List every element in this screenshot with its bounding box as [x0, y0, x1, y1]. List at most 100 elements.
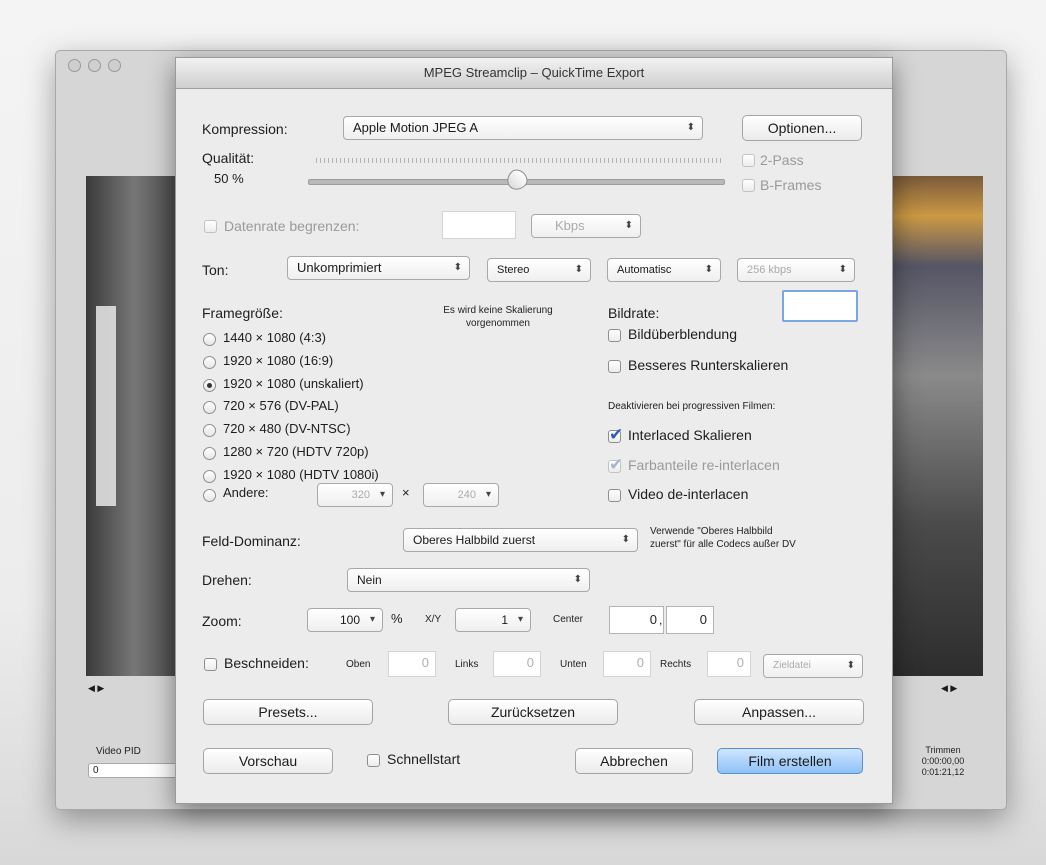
trim-start: 0:00:00,00	[921, 756, 965, 766]
center-y-input[interactable]: 0	[666, 606, 714, 634]
crop-checkbox[interactable]	[204, 658, 217, 671]
zoom-select[interactable]: 100 ▾	[307, 608, 383, 632]
deinterlace-checkbox[interactable]	[608, 489, 621, 502]
sound-bitrate-select[interactable]: 256 kbps ⬍	[737, 258, 855, 282]
dialog-title: MPEG Streamclip – QuickTime Export	[176, 58, 892, 89]
updown-arrow-icon: ⬍	[686, 122, 695, 133]
crop-left-input[interactable]: 0	[493, 651, 541, 677]
crop-label: Beschneiden:	[224, 655, 309, 671]
frame-blending-checkbox[interactable]	[608, 329, 621, 342]
two-pass-label: 2-Pass	[760, 152, 804, 168]
b-frames-checkbox[interactable]	[742, 179, 755, 192]
center-x-input[interactable]: 0	[609, 606, 664, 634]
crop-bottom-label: Unten	[560, 659, 587, 670]
sound-label: Ton:	[202, 262, 229, 278]
other-x-label: ×	[402, 485, 410, 500]
preview-button[interactable]: Vorschau	[203, 748, 333, 774]
crop-top-input[interactable]: 0	[388, 651, 436, 677]
framesize-note: Es wird keine Skalierung vorgenommen	[443, 305, 553, 329]
compression-label: Kompression:	[202, 121, 288, 137]
quickstart-checkbox[interactable]	[367, 754, 380, 767]
datarate-unit-select[interactable]: Kbps ⬍	[531, 214, 641, 238]
interlaced-scaling-label: Interlaced Skalieren	[628, 427, 752, 443]
create-movie-button[interactable]: Film erstellen	[717, 748, 863, 774]
quicktime-export-dialog: MPEG Streamclip – QuickTime Export Kompr…	[175, 57, 893, 804]
updown-arrow-icon: ⬍	[573, 574, 582, 585]
updown-arrow-icon: ⬍	[621, 534, 630, 545]
other-width-select[interactable]: 320 ▾	[317, 483, 393, 507]
chevron-down-icon: ▾	[485, 489, 491, 500]
datarate-input[interactable]	[442, 211, 516, 239]
frame-blending-label: Bildüberblendung	[628, 326, 737, 342]
zoom-xy-select[interactable]: 1 ▾	[455, 608, 531, 632]
field-dominance-select[interactable]: Oberes Halbbild zuerst ⬍	[403, 528, 638, 552]
zoom-xy-label: X/Y	[425, 614, 442, 625]
sound-codec-value: Unkomprimiert	[297, 260, 382, 275]
framesize-option-label: 1920 × 1080 (HDTV 1080i)	[223, 467, 379, 482]
b-frames-label: B-Frames	[760, 177, 822, 193]
reset-button[interactable]: Zurücksetzen	[448, 699, 618, 725]
sound-rate-select[interactable]: Automatisc ⬍	[607, 258, 721, 282]
crop-bottom-input[interactable]: 0	[603, 651, 651, 677]
adjust-button[interactable]: Anpassen...	[694, 699, 864, 725]
other-height-select[interactable]: 240 ▾	[423, 483, 499, 507]
better-downscaling-checkbox[interactable]	[608, 360, 621, 373]
minimize-window-button[interactable]	[88, 59, 101, 72]
options-button[interactable]: Optionen...	[742, 115, 862, 141]
field-dominance-label: Feld-Dominanz:	[202, 533, 301, 549]
close-window-button[interactable]	[68, 59, 81, 72]
playback-right-icon[interactable]: ◀ ▶	[941, 683, 957, 694]
rotate-label: Drehen:	[202, 572, 252, 588]
datarate-checkbox[interactable]	[204, 220, 217, 233]
framerate-label: Bildrate:	[608, 305, 660, 321]
chroma-reinterlace-checkbox[interactable]: ✔	[608, 455, 623, 474]
framesize-radio[interactable]	[203, 356, 216, 369]
zoom-label: Zoom:	[202, 613, 242, 629]
crop-target-value: Zieldatei	[773, 660, 811, 671]
framesize-other-label: Andere:	[223, 485, 269, 500]
interlaced-scaling-checkbox[interactable]: ✔	[608, 425, 623, 444]
updown-arrow-icon: ⬍	[704, 264, 713, 275]
trim-info: Trimmen 0:00:00,00 0:01:21,12	[908, 745, 978, 778]
crop-target-select[interactable]: Zieldatei ⬍	[763, 654, 863, 678]
framesize-radio[interactable]	[203, 424, 216, 437]
crop-top-label: Oben	[346, 659, 371, 670]
window-controls	[68, 59, 121, 72]
two-pass-checkbox[interactable]	[742, 154, 755, 167]
rotate-value: Nein	[357, 573, 382, 587]
quality-value: 50 %	[214, 171, 244, 186]
framesize-radio[interactable]	[203, 447, 216, 460]
presets-button[interactable]: Presets...	[203, 699, 373, 725]
deinterlace-label: Video de-interlacen	[628, 486, 749, 502]
framerate-input[interactable]	[782, 290, 858, 322]
zoom-percent-label: %	[391, 611, 403, 626]
framesize-option-label: 720 × 480 (DV-NTSC)	[223, 421, 351, 436]
crop-right-input[interactable]: 0	[707, 651, 751, 677]
sound-channels-value: Stereo	[497, 264, 530, 276]
framesize-radio[interactable]	[203, 333, 216, 346]
rotate-select[interactable]: Nein ⬍	[347, 568, 590, 592]
framesize-option-label: 1920 × 1080 (16:9)	[223, 353, 334, 368]
zoom-window-button[interactable]	[108, 59, 121, 72]
framesize-radio[interactable]	[203, 401, 216, 414]
center-label: Center	[553, 614, 584, 625]
framesize-option-label: 1280 × 720 (HDTV 720p)	[223, 444, 369, 459]
field-dominance-note-2: zuerst" für alle Codecs außer DV	[650, 539, 796, 550]
quality-slider-knob[interactable]	[502, 165, 532, 195]
sound-rate-value: Automatisc	[617, 264, 672, 276]
checkmark-icon: ✔	[609, 425, 624, 444]
framesize-radio[interactable]	[203, 379, 216, 392]
quickstart-label: Schnellstart	[387, 751, 461, 767]
framesize-radio[interactable]	[203, 470, 216, 483]
video-preview-right	[891, 176, 983, 676]
chevron-down-icon: ▾	[369, 614, 375, 625]
cancel-button[interactable]: Abbrechen	[575, 748, 693, 774]
framesize-other-radio[interactable]	[203, 489, 216, 502]
updown-arrow-icon: ⬍	[846, 660, 855, 671]
video-pid-select[interactable]: 0	[88, 763, 178, 778]
sound-channels-select[interactable]: Stereo ⬍	[487, 258, 591, 282]
quality-ticks	[316, 158, 721, 163]
compression-select[interactable]: Apple Motion JPEG A ⬍	[343, 116, 703, 140]
sound-codec-select[interactable]: Unkomprimiert ⬍	[287, 256, 470, 280]
playback-left-icon[interactable]: ◀ ▶	[88, 683, 104, 694]
